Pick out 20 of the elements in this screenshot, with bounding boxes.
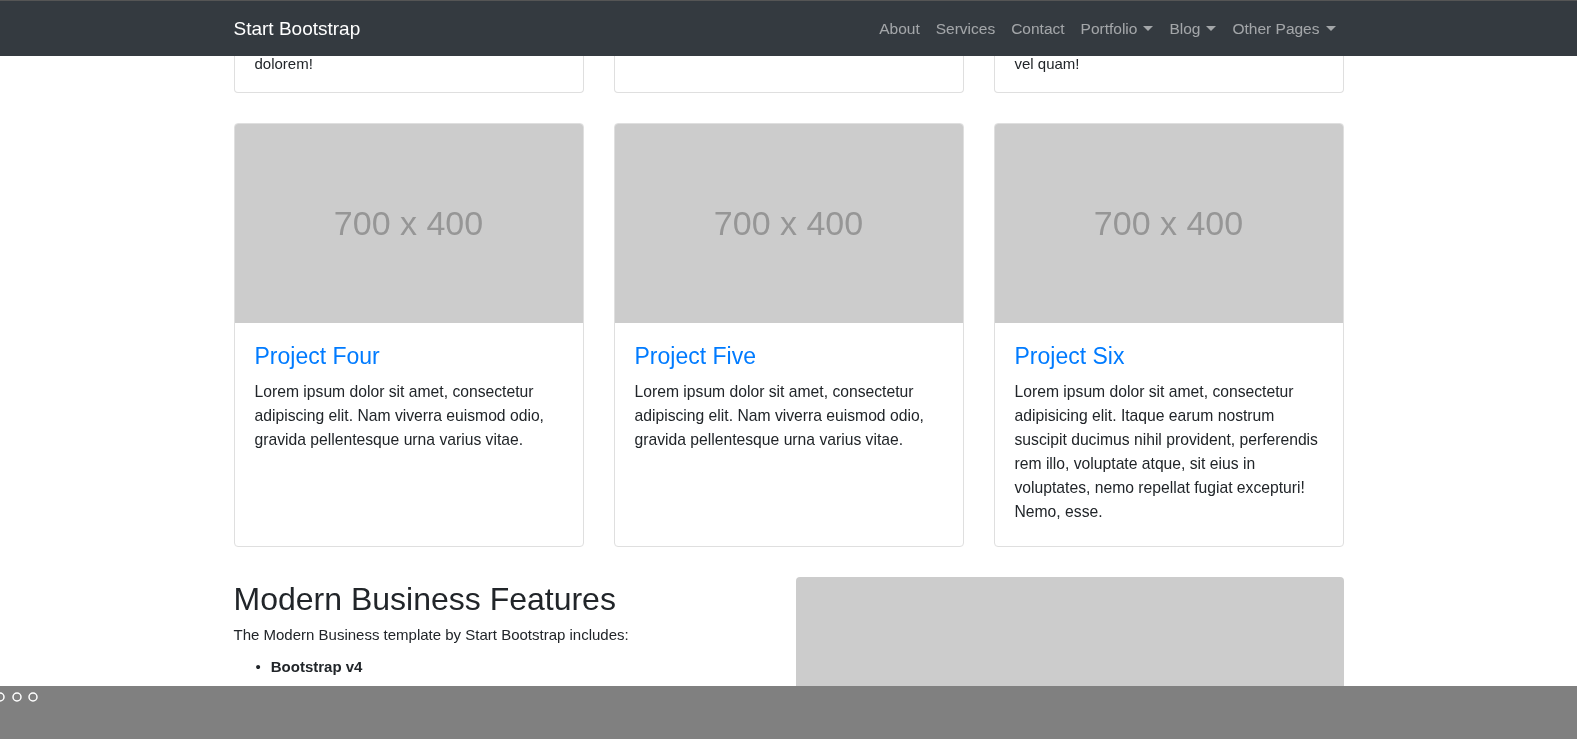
project-title-link[interactable]: Project Four — [254, 343, 380, 370]
nav-link[interactable]: Portfolio — [1080, 19, 1154, 38]
brand-link[interactable]: Start Bootstrap — [233, 17, 361, 40]
project-title-link[interactable]: Project Six — [1014, 343, 1125, 370]
nav-link[interactable]: Contact — [1011, 19, 1065, 38]
card-text: Lorem ipsum dolor sit amet, consectetur adipiscing elit. Nam viverra euismod odio, gravida pellentesque urna varius vitae. — [254, 382, 545, 450]
section-text: The Modern Business template by Start Bootstrap includes: — [233, 626, 630, 643]
card-text: Lorem ipsum dolor sit amet, consectetur adipisicing elit. Itaque earum nostrum suscipit ducimus nihil provident, perferendis rem illo, voluptate atque, sit eius in voluptates, nemo repellat fugiat excepturi! Nemo, esse. — [1014, 382, 1319, 522]
card-text: Lorem ipsum dolor sit amet, consectetur adipiscing elit. Nam viverra euismod odio, gravida pellentesque urna varius vitae. — [634, 382, 925, 450]
card-text: vel quam! — [1014, 56, 1080, 71]
nav-link[interactable]: Services — [935, 19, 996, 38]
nav-link[interactable]: Blog — [1169, 19, 1217, 38]
project-title-link[interactable]: Project Five — [634, 343, 756, 370]
dots-icon[interactable] — [0, 691, 40, 703]
section-heading: Modern Business Features — [233, 581, 617, 618]
nav-link[interactable]: Other Pages — [1232, 19, 1336, 38]
list-item: Bootstrap v4 — [270, 657, 363, 677]
nav-link[interactable]: About — [879, 19, 920, 38]
bullet: • — [255, 657, 261, 677]
card-text: dolorem! — [254, 56, 313, 71]
